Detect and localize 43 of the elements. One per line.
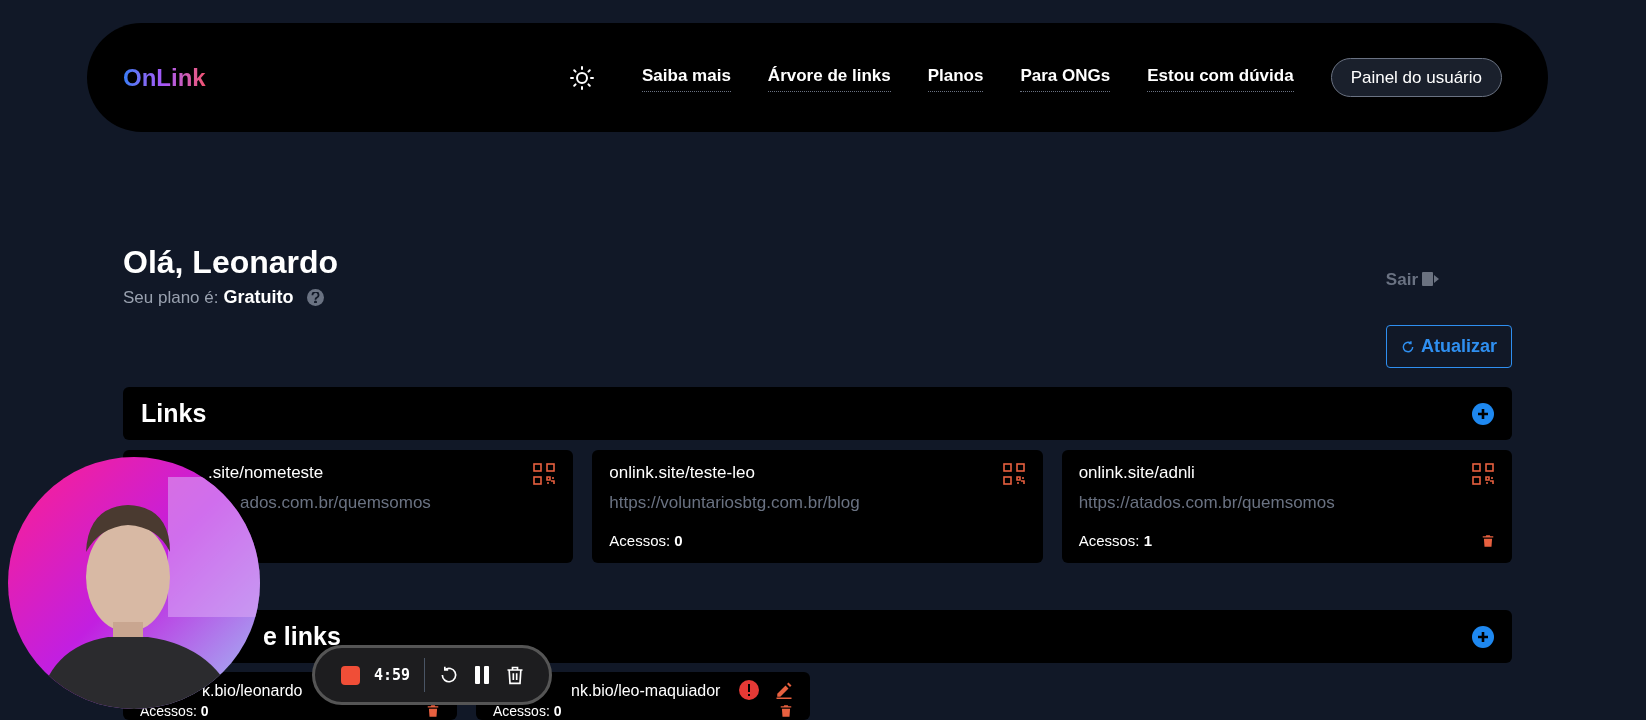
sun-icon[interactable] — [570, 65, 595, 90]
greeting-heading: Olá, Leonardo — [123, 243, 339, 282]
trash-icon[interactable] — [426, 704, 440, 718]
access-count: Acessos: 1 — [1078, 530, 1153, 551]
help-icon[interactable] — [307, 289, 325, 306]
nav-link[interactable]: Saiba mais — [642, 63, 731, 92]
section-title: Links — [141, 397, 207, 429]
access-count: Acessos: 0 — [609, 530, 683, 551]
destination-url: https://voluntariosbtg.com.br/blog — [609, 492, 861, 514]
nav-link[interactable]: Planos — [927, 63, 984, 92]
pencil-icon[interactable] — [775, 681, 793, 699]
nav-link[interactable]: Estou com dúvida — [1147, 63, 1294, 92]
destination-url: ados.com.br/quemsomos — [240, 492, 432, 514]
refresh-icon — [1401, 339, 1415, 354]
qr-code-icon[interactable] — [1001, 462, 1026, 486]
logout-icon — [1422, 271, 1440, 288]
short-link[interactable]: onlink.site/adnli — [1078, 462, 1195, 484]
qr-code-icon[interactable] — [532, 462, 557, 486]
refresh-button[interactable]: Atualizar — [1386, 325, 1512, 368]
short-link[interactable]: nk.bio/leo-maquiador — [571, 680, 721, 702]
user-panel-button[interactable]: Painel do usuário — [1330, 58, 1502, 97]
logout-button[interactable]: Sair — [1385, 266, 1440, 292]
trash-icon[interactable] — [1481, 533, 1495, 548]
exclamation-icon — [739, 680, 759, 700]
add-icon[interactable] — [1472, 402, 1494, 425]
plan-label: Seu plano é: — [123, 286, 219, 309]
trash-icon[interactable] — [505, 664, 526, 686]
access-count: Acessos: 0 — [493, 704, 562, 718]
short-link[interactable]: .site/nometeste — [208, 462, 324, 484]
access-count: Acessos: 0 — [140, 704, 209, 718]
recording-timer: 4:59 — [374, 664, 411, 686]
nav-link[interactable]: Para ONGs — [1020, 63, 1111, 92]
plan-name: Gratuito — [223, 286, 294, 309]
short-link[interactable]: k.bio/leonardo — [202, 680, 303, 702]
section-title: e links — [263, 620, 341, 652]
trash-icon[interactable] — [779, 704, 793, 718]
destination-url: https://atados.com.br/quemsomos — [1078, 492, 1336, 514]
stop-icon[interactable] — [341, 665, 360, 685]
pause-icon[interactable] — [473, 665, 492, 685]
short-link[interactable]: onlink.site/teste-leo — [609, 462, 755, 484]
nav-link[interactable]: Árvore de links — [767, 63, 891, 92]
add-icon[interactable] — [1472, 625, 1494, 648]
qr-code-icon[interactable] — [1471, 462, 1495, 486]
